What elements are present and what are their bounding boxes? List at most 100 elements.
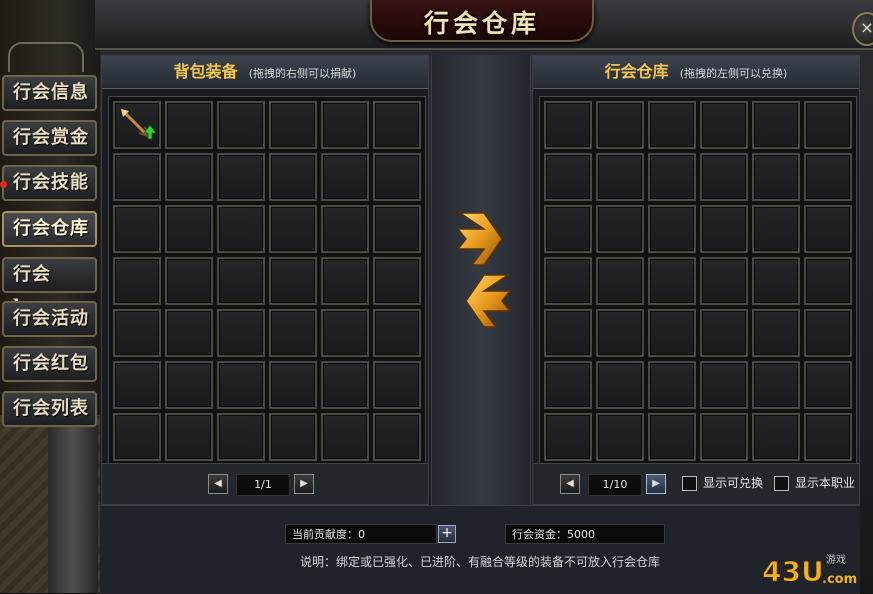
backpack-slot[interactable] bbox=[373, 153, 421, 201]
backpack-slot[interactable] bbox=[113, 413, 161, 461]
warehouse-slot[interactable] bbox=[544, 205, 592, 253]
warehouse-slot[interactable] bbox=[596, 101, 644, 149]
backpack-slot[interactable] bbox=[269, 205, 317, 253]
backpack-slot[interactable] bbox=[217, 413, 265, 461]
warehouse-slot[interactable] bbox=[804, 101, 852, 149]
warehouse-slot[interactable] bbox=[700, 413, 748, 461]
tab-0[interactable]: 行会信息 bbox=[2, 75, 97, 111]
warehouse-prev-button[interactable]: ◀ bbox=[560, 474, 580, 494]
own-class-checkbox[interactable] bbox=[774, 476, 789, 491]
backpack-slot[interactable] bbox=[113, 309, 161, 357]
warehouse-slot[interactable] bbox=[596, 309, 644, 357]
tab-2[interactable]: 行会技能 bbox=[0, 165, 97, 201]
backpack-slot[interactable] bbox=[165, 153, 213, 201]
warehouse-slot[interactable] bbox=[596, 153, 644, 201]
warehouse-slot[interactable] bbox=[596, 361, 644, 409]
backpack-slot[interactable] bbox=[269, 413, 317, 461]
backpack-slot[interactable] bbox=[113, 361, 161, 409]
backpack-slot[interactable] bbox=[373, 361, 421, 409]
tab-5[interactable]: 行会活动 bbox=[2, 301, 97, 337]
warehouse-slot[interactable] bbox=[804, 205, 852, 253]
backpack-slot[interactable] bbox=[165, 413, 213, 461]
backpack-slot[interactable] bbox=[321, 413, 369, 461]
warehouse-slot[interactable] bbox=[596, 257, 644, 305]
tab-4[interactable]: 行会boss bbox=[2, 257, 97, 317]
swap-arrows-icon[interactable] bbox=[454, 205, 514, 335]
backpack-slot[interactable] bbox=[373, 101, 421, 149]
warehouse-slot[interactable] bbox=[804, 413, 852, 461]
backpack-slot[interactable] bbox=[165, 205, 213, 253]
arrow-weapon-icon[interactable] bbox=[117, 105, 157, 145]
warehouse-slot[interactable] bbox=[544, 101, 592, 149]
warehouse-slot[interactable] bbox=[648, 257, 696, 305]
backpack-slot[interactable] bbox=[217, 205, 265, 253]
backpack-slot[interactable] bbox=[217, 361, 265, 409]
warehouse-slot[interactable] bbox=[804, 153, 852, 201]
backpack-slot[interactable] bbox=[113, 257, 161, 305]
backpack-slot[interactable] bbox=[373, 309, 421, 357]
warehouse-slot[interactable] bbox=[700, 101, 748, 149]
backpack-slot[interactable] bbox=[321, 205, 369, 253]
tab-3[interactable]: 行会仓库 bbox=[2, 211, 97, 247]
warehouse-next-button[interactable]: ▶ bbox=[646, 474, 666, 494]
warehouse-slot[interactable] bbox=[648, 309, 696, 357]
warehouse-slot[interactable] bbox=[544, 361, 592, 409]
tab-6[interactable]: 行会红包 bbox=[2, 346, 97, 382]
warehouse-slot[interactable] bbox=[648, 153, 696, 201]
backpack-slot[interactable] bbox=[113, 205, 161, 253]
warehouse-slot[interactable] bbox=[596, 205, 644, 253]
backpack-slot[interactable] bbox=[269, 101, 317, 149]
backpack-slot[interactable] bbox=[165, 309, 213, 357]
backpack-slot[interactable] bbox=[373, 413, 421, 461]
warehouse-slot[interactable] bbox=[544, 413, 592, 461]
warehouse-slot[interactable] bbox=[700, 309, 748, 357]
warehouse-slot[interactable] bbox=[752, 205, 800, 253]
warehouse-slot[interactable] bbox=[804, 309, 852, 357]
backpack-slot[interactable] bbox=[269, 361, 317, 409]
warehouse-slot[interactable] bbox=[804, 257, 852, 305]
backpack-slot[interactable] bbox=[113, 153, 161, 201]
backpack-slot[interactable] bbox=[217, 309, 265, 357]
backpack-slot[interactable] bbox=[217, 101, 265, 149]
backpack-slot[interactable] bbox=[165, 361, 213, 409]
warehouse-slot[interactable] bbox=[804, 361, 852, 409]
warehouse-slot[interactable] bbox=[648, 413, 696, 461]
warehouse-slot[interactable] bbox=[544, 309, 592, 357]
backpack-slot[interactable] bbox=[217, 257, 265, 305]
warehouse-slot[interactable] bbox=[700, 205, 748, 253]
warehouse-slot[interactable] bbox=[648, 101, 696, 149]
exchangeable-checkbox[interactable] bbox=[682, 476, 697, 491]
warehouse-slot[interactable] bbox=[752, 413, 800, 461]
backpack-slot[interactable] bbox=[269, 153, 317, 201]
backpack-slot[interactable] bbox=[321, 309, 369, 357]
backpack-slot[interactable] bbox=[165, 257, 213, 305]
tab-7[interactable]: 行会列表 bbox=[2, 391, 97, 427]
tab-1[interactable]: 行会赏金 bbox=[2, 120, 97, 156]
backpack-slot[interactable] bbox=[217, 153, 265, 201]
warehouse-slot[interactable] bbox=[648, 205, 696, 253]
warehouse-slot[interactable] bbox=[544, 257, 592, 305]
warehouse-slot[interactable] bbox=[648, 361, 696, 409]
backpack-prev-button[interactable]: ◀ bbox=[208, 474, 228, 494]
add-contribution-button[interactable]: + bbox=[438, 525, 456, 543]
warehouse-slot[interactable] bbox=[700, 257, 748, 305]
warehouse-slot[interactable] bbox=[752, 153, 800, 201]
backpack-slot[interactable] bbox=[373, 205, 421, 253]
warehouse-slot[interactable] bbox=[752, 309, 800, 357]
backpack-slot[interactable] bbox=[321, 153, 369, 201]
warehouse-slot[interactable] bbox=[544, 153, 592, 201]
backpack-slot[interactable] bbox=[113, 101, 161, 149]
warehouse-slot[interactable] bbox=[752, 361, 800, 409]
backpack-slot[interactable] bbox=[321, 361, 369, 409]
warehouse-slot[interactable] bbox=[596, 413, 644, 461]
backpack-next-button[interactable]: ▶ bbox=[294, 474, 314, 494]
backpack-slot[interactable] bbox=[373, 257, 421, 305]
warehouse-slot[interactable] bbox=[700, 153, 748, 201]
backpack-slot[interactable] bbox=[269, 257, 317, 305]
warehouse-slot[interactable] bbox=[752, 257, 800, 305]
backpack-slot[interactable] bbox=[269, 309, 317, 357]
backpack-slot[interactable] bbox=[321, 101, 369, 149]
warehouse-slot[interactable] bbox=[700, 361, 748, 409]
warehouse-slot[interactable] bbox=[752, 101, 800, 149]
backpack-slot[interactable] bbox=[321, 257, 369, 305]
